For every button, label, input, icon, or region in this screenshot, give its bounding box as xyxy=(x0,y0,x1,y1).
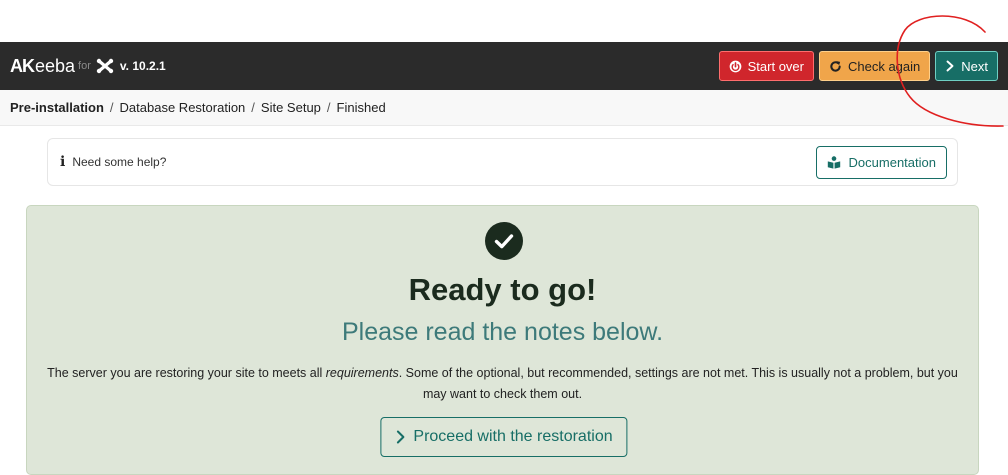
logo-eeba: eeba xyxy=(35,55,76,76)
breadcrumb: Pre-installation / Database Restoration … xyxy=(0,90,1008,126)
documentation-label: Documentation xyxy=(848,154,936,170)
status-description-part-1: The server you are restoring your site t… xyxy=(47,366,326,380)
start-over-label: Start over xyxy=(747,58,804,74)
refresh-icon xyxy=(830,60,841,72)
documentation-button[interactable]: Documentation xyxy=(815,145,947,179)
help-text: Need some help? xyxy=(72,155,167,169)
top-toolbar: AK eeba for v. 10.2.1 Start over Check ag xyxy=(0,42,1008,90)
next-button[interactable]: Next xyxy=(935,51,998,81)
logo-for: for xyxy=(78,60,91,72)
book-reader-icon xyxy=(827,155,840,169)
status-description: The server you are restoring your site t… xyxy=(41,363,964,405)
check-again-label: Check again xyxy=(847,58,921,74)
proceed-label: Proceed with the restoration xyxy=(413,428,613,445)
breadcrumb-item-site-setup: Site Setup xyxy=(260,100,321,115)
info-icon: ℹ xyxy=(60,154,66,170)
toolbar-actions: Start over Check again Next xyxy=(718,51,998,81)
status-panel: Ready to go! Please read the notes below… xyxy=(26,205,979,475)
status-subtitle: Please read the notes below. xyxy=(341,318,664,346)
requirements-emphasis: requirements xyxy=(325,366,399,380)
breadcrumb-separator: / xyxy=(109,100,114,115)
version-label: v. 10.2.1 xyxy=(119,59,166,73)
check-again-button[interactable]: Check again xyxy=(818,51,931,81)
check-circle-icon xyxy=(485,222,523,260)
breadcrumb-item-pre-installation: Pre-installation xyxy=(10,100,104,115)
status-title: Ready to go! xyxy=(408,272,597,307)
next-label: Next xyxy=(961,58,988,74)
power-icon xyxy=(729,60,741,72)
brand-logo: AK eeba for v. 10.2.1 xyxy=(10,56,166,77)
start-over-button[interactable]: Start over xyxy=(718,51,814,81)
proceed-button[interactable]: Proceed with the restoration xyxy=(380,417,628,457)
status-description-part-2: . Some of the optional, but recommended,… xyxy=(398,366,958,401)
breadcrumb-item-finished: Finished xyxy=(336,100,386,115)
breadcrumb-separator: / xyxy=(326,100,331,115)
chevron-right-icon xyxy=(946,60,954,72)
breadcrumb-separator: / xyxy=(251,100,255,115)
logo-ak: AK xyxy=(10,55,35,76)
breadcrumb-item-database-restoration: Database Restoration xyxy=(119,100,246,115)
help-box: ℹ Need some help? Documentation xyxy=(47,138,958,186)
chevron-right-icon xyxy=(396,430,405,444)
joomla-icon xyxy=(96,58,114,74)
